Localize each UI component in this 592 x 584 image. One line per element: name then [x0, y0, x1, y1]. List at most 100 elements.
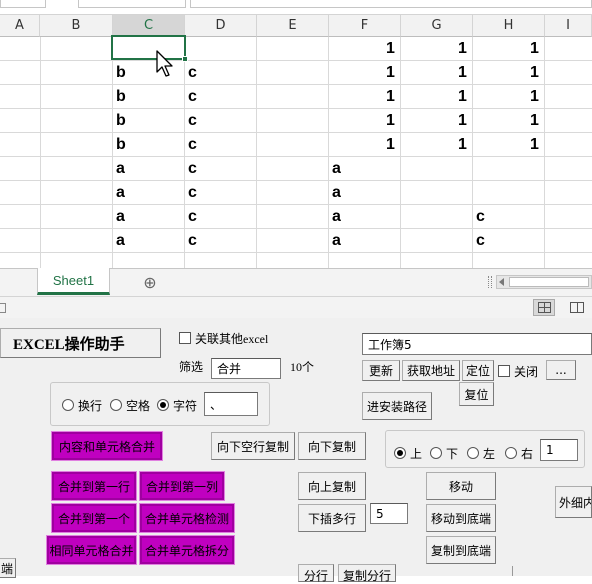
sheet-tab-sheet1[interactable]: Sheet1: [37, 268, 110, 295]
merge-first-col-button[interactable]: 合并到第一列: [139, 471, 225, 501]
checkbox-icon: [498, 365, 510, 377]
copy-down-blank-button[interactable]: 向下空行复制: [211, 432, 295, 460]
workbook-input[interactable]: 工作簿5: [362, 333, 592, 355]
outer-detail-button[interactable]: 外细内: [555, 486, 592, 518]
cell-c6[interactable]: a: [116, 157, 125, 181]
reset-button[interactable]: 复位: [459, 382, 494, 406]
copy-down-button[interactable]: 向下复制: [298, 432, 366, 460]
copy-split-rows-button[interactable]: 复制分行: [338, 564, 396, 583]
cell-d5[interactable]: c: [188, 133, 197, 157]
cell-f2[interactable]: 1: [386, 61, 395, 85]
space-radio[interactable]: 空格: [110, 397, 150, 414]
char-radio[interactable]: 字符: [157, 397, 197, 414]
close-checkbox[interactable]: 关闭: [498, 363, 538, 380]
tab-splitter[interactable]: [488, 276, 492, 288]
filter-input[interactable]: 合并: [211, 358, 281, 379]
cell-d2[interactable]: c: [188, 61, 197, 85]
direction-up-radio[interactable]: 上: [394, 445, 422, 462]
cell-h4[interactable]: 1: [530, 109, 539, 133]
move-button[interactable]: 移动: [426, 472, 496, 500]
cell-h5[interactable]: 1: [530, 133, 539, 157]
cell-c8[interactable]: a: [116, 205, 125, 229]
column-header-i[interactable]: I: [545, 15, 592, 37]
cell-h1[interactable]: 1: [530, 37, 539, 61]
cell-h9[interactable]: c: [476, 229, 485, 253]
column-header-d[interactable]: D: [185, 15, 257, 37]
merge-cell-check-button[interactable]: 合并单元格检测: [139, 503, 235, 533]
move-bottom-button[interactable]: 移动到底端: [426, 504, 496, 532]
refresh-button[interactable]: 更新: [362, 360, 400, 381]
cell-c9[interactable]: a: [116, 229, 125, 253]
count-label: 10个: [290, 360, 315, 374]
direction-count-input[interactable]: 1: [540, 439, 578, 461]
scrollbar-thumb[interactable]: [509, 277, 589, 287]
cell-c2[interactable]: b: [116, 61, 126, 85]
cell-h3[interactable]: 1: [530, 85, 539, 109]
get-address-button[interactable]: 获取地址: [402, 360, 460, 381]
cell-f3[interactable]: 1: [386, 85, 395, 109]
merge-first-one-button[interactable]: 合并到第一个: [51, 503, 137, 533]
cell-g4[interactable]: 1: [458, 109, 467, 133]
direction-right-radio[interactable]: 右: [505, 445, 533, 462]
scroll-left-arrow-icon[interactable]: [499, 278, 504, 286]
cell-c3[interactable]: b: [116, 85, 126, 109]
add-sheet-icon[interactable]: ⊕: [140, 272, 160, 292]
column-header-g[interactable]: G: [401, 15, 473, 37]
column-header-b[interactable]: B: [40, 15, 113, 37]
cell-f8[interactable]: a: [332, 205, 341, 229]
formula-input-edge[interactable]: [78, 0, 186, 8]
cell-c7[interactable]: a: [116, 181, 125, 205]
cell-f4[interactable]: 1: [386, 109, 395, 133]
cell-g5[interactable]: 1: [458, 133, 467, 157]
insert-count-input[interactable]: 5: [370, 503, 408, 524]
cell-d8[interactable]: c: [188, 205, 197, 229]
cell-f5[interactable]: 1: [386, 133, 395, 157]
name-box-edge[interactable]: [0, 0, 46, 8]
cell-f6[interactable]: a: [332, 157, 341, 181]
cell-c5[interactable]: b: [116, 133, 126, 157]
page-layout-view-icon[interactable]: [567, 300, 587, 315]
merge-split-button[interactable]: 合并单元格拆分: [139, 535, 235, 565]
split-rows-button[interactable]: 分行: [298, 564, 334, 583]
cell-h8[interactable]: c: [476, 205, 485, 229]
copy-bottom-button[interactable]: 复制到底端: [426, 536, 496, 564]
end-button[interactable]: 端: [0, 558, 16, 578]
insert-rows-button[interactable]: 下插多行: [298, 504, 366, 532]
newline-radio[interactable]: 换行: [62, 397, 102, 414]
cell-g3[interactable]: 1: [458, 85, 467, 109]
gridline: [184, 37, 185, 269]
more-button[interactable]: ...: [546, 360, 576, 380]
merge-content-button[interactable]: 内容和单元格合并: [51, 431, 163, 461]
column-header-f[interactable]: F: [329, 15, 401, 37]
column-header-h[interactable]: H: [473, 15, 545, 37]
cell-d3[interactable]: c: [188, 85, 197, 109]
cell-d9[interactable]: c: [188, 229, 197, 253]
title-button[interactable]: EXCEL操作助手: [0, 328, 161, 358]
direction-left-radio[interactable]: 左: [467, 445, 495, 462]
copy-up-button[interactable]: 向上复制: [298, 472, 366, 500]
cell-d4[interactable]: c: [188, 109, 197, 133]
link-other-excel-checkbox[interactable]: 关联其他excel: [179, 330, 268, 347]
merge-same-button[interactable]: 相同单元格合并: [46, 535, 137, 565]
gridline: [256, 37, 257, 269]
cell-f7[interactable]: a: [332, 181, 341, 205]
normal-view-icon[interactable]: [533, 299, 555, 316]
cell-c4[interactable]: b: [116, 109, 126, 133]
separator-input[interactable]: 、: [204, 392, 258, 416]
cell-d7[interactable]: c: [188, 181, 197, 205]
cell-h2[interactable]: 1: [530, 61, 539, 85]
cell-g1[interactable]: 1: [458, 37, 467, 61]
cell-f9[interactable]: a: [332, 229, 341, 253]
locate-button[interactable]: 定位: [462, 360, 494, 381]
install-path-button[interactable]: 进安装路径: [362, 392, 432, 420]
merge-first-row-button[interactable]: 合并到第一行: [51, 471, 137, 501]
column-header-c[interactable]: C: [113, 15, 185, 37]
formula-input-edge-2[interactable]: [190, 0, 592, 8]
cell-f1[interactable]: 1: [386, 37, 395, 61]
column-header-e[interactable]: E: [257, 15, 329, 37]
horizontal-scrollbar[interactable]: [496, 275, 592, 289]
column-header-a[interactable]: A: [0, 15, 40, 37]
direction-down-radio[interactable]: 下: [430, 445, 458, 462]
cell-g2[interactable]: 1: [458, 61, 467, 85]
cell-d6[interactable]: c: [188, 157, 197, 181]
